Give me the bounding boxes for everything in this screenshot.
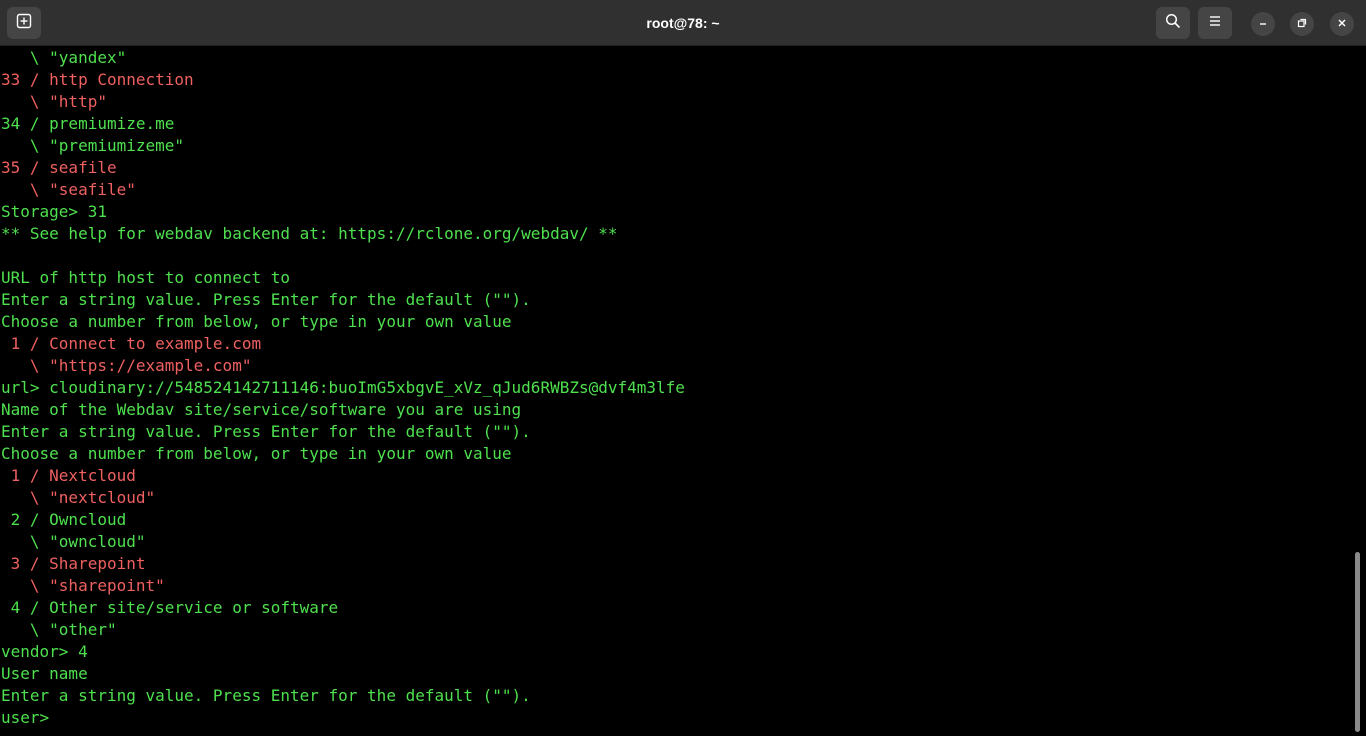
terminal-output[interactable]: \ "yandex" 33 / http Connection \ "http" 3… <box>0 47 1352 736</box>
terminal-line: \ "yandex" <box>1 48 127 67</box>
terminal-line: \ "owncloud" <box>1 532 146 551</box>
minimize-icon <box>1258 15 1268 33</box>
terminal-line: \ "http" <box>1 92 107 111</box>
terminal-line: 34 / premiumize.me <box>1 114 175 133</box>
terminal-line: \ "premiumizeme" <box>1 136 185 155</box>
terminal-line: 35 / seafile <box>1 158 117 177</box>
terminal-line: 2 / Owncloud <box>1 510 127 529</box>
terminal-line: Enter a string value. Press Enter for th… <box>1 290 531 309</box>
terminal-line: \ "seafile" <box>1 180 136 199</box>
terminal-line: 1 / Connect to example.com <box>1 334 262 353</box>
terminal-line: 1 / Nextcloud <box>1 466 136 485</box>
search-icon <box>1165 13 1181 34</box>
terminal-line: Storage> 31 <box>1 202 107 221</box>
menu-button[interactable] <box>1198 7 1232 39</box>
terminal-line: User name <box>1 664 88 683</box>
terminal-line: URL of http host to connect to <box>1 268 290 287</box>
terminal-line: vendor> 4 <box>1 642 88 661</box>
terminal-line: Choose a number from below, or type in y… <box>1 312 512 331</box>
terminal-line: 4 / Other site/service or software <box>1 598 339 617</box>
terminal-line: Name of the Webdav site/service/software… <box>1 400 522 419</box>
title-bar[interactable]: root@78: ~ <box>0 0 1366 46</box>
terminal-window: root@78: ~ \ "yandex" 33 / http Connecti… <box>0 0 1366 736</box>
minimize-button[interactable] <box>1251 12 1275 36</box>
terminal-line: \ "https://example.com" <box>1 356 252 375</box>
terminal-line: \ "sharepoint" <box>1 576 165 595</box>
maximize-icon <box>1297 15 1307 33</box>
terminal-scrollbar[interactable] <box>1355 552 1360 732</box>
close-icon <box>1337 15 1347 33</box>
terminal-line: Enter a string value. Press Enter for th… <box>1 422 531 441</box>
terminal-line: user> <box>1 708 50 727</box>
hamburger-menu-icon <box>1208 14 1222 32</box>
terminal-line: Enter a string value. Press Enter for th… <box>1 686 531 705</box>
close-button[interactable] <box>1330 12 1354 36</box>
maximize-button[interactable] <box>1290 12 1314 36</box>
terminal-line: \ "nextcloud" <box>1 488 156 507</box>
terminal-line: 3 / Sharepoint <box>1 554 146 573</box>
terminal-line: url> cloudinary://548524142711146:buoImG… <box>1 378 685 397</box>
search-button[interactable] <box>1156 7 1190 39</box>
terminal-line: 33 / http Connection <box>1 70 194 89</box>
terminal-line: Choose a number from below, or type in y… <box>1 444 512 463</box>
terminal-line: ** See help for webdav backend at: https… <box>1 224 618 243</box>
terminal-line: \ "other" <box>1 620 117 639</box>
